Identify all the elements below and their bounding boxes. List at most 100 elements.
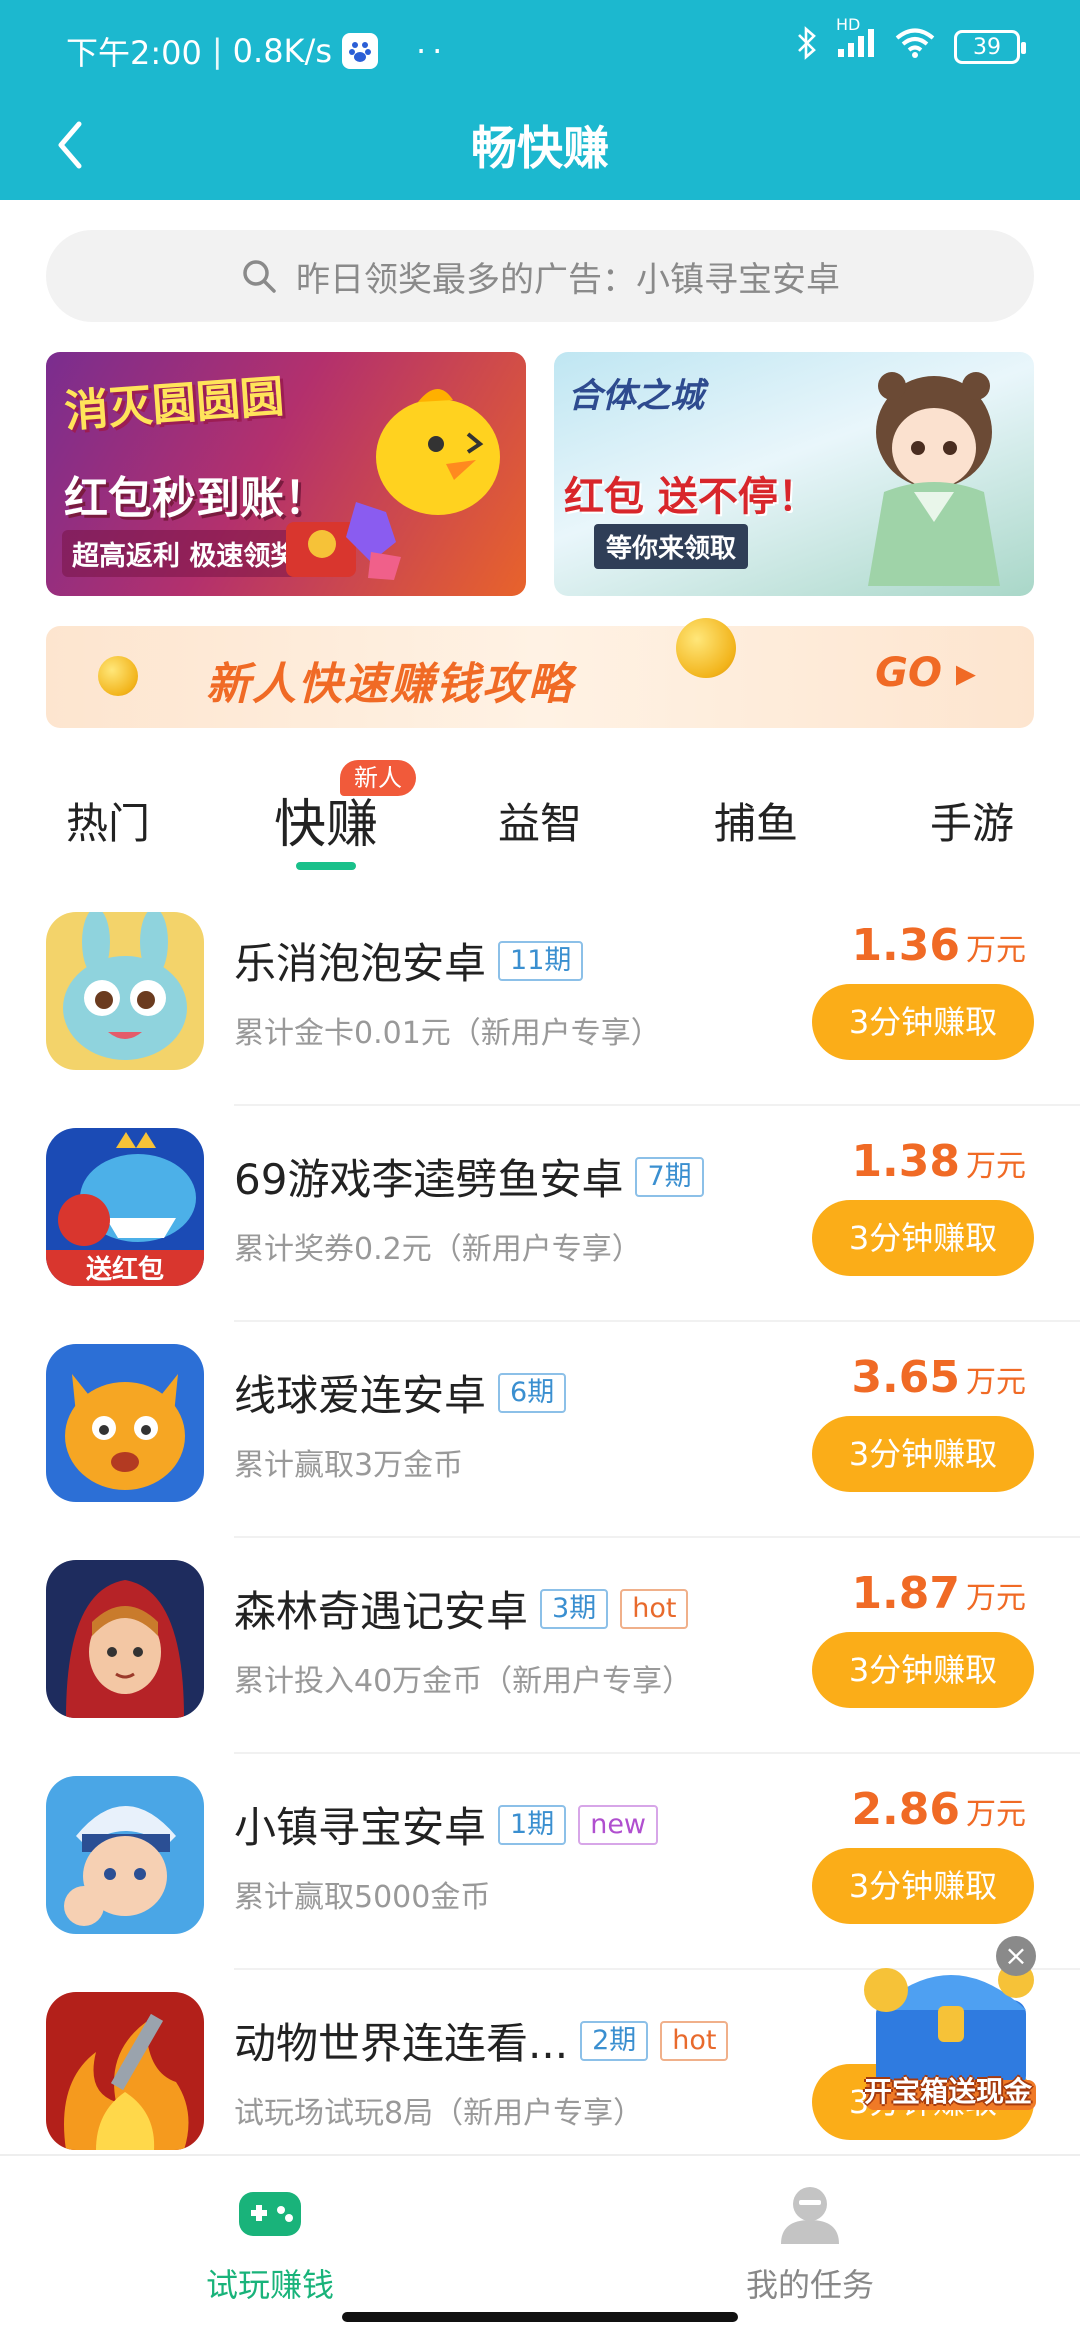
- bluetooth-icon: [796, 26, 818, 68]
- active-tab-indicator: [296, 862, 356, 870]
- game-name: 森林奇遇记安卓: [234, 1587, 529, 1636]
- red-hood-game-icon: [46, 1560, 204, 1718]
- status-speed: 0.8K/s: [232, 32, 332, 70]
- hot-tag: hot: [620, 1588, 689, 1629]
- gamepad-icon: [239, 2192, 301, 2236]
- baidu-app-icon: [341, 33, 378, 69]
- page-title: 畅快赚: [471, 121, 609, 175]
- status-more-dots: ··: [415, 32, 449, 70]
- banner-game-title: 合体之城: [568, 376, 704, 416]
- game-name: 69游戏李逵劈鱼安卓: [234, 1155, 624, 1204]
- banner-subtitle: 等你来领取: [594, 524, 749, 569]
- battery-icon: 39: [954, 30, 1026, 64]
- fire-game-icon: [46, 1992, 204, 2150]
- bunny-game-icon: [46, 912, 204, 1070]
- earn-button[interactable]: 3分钟赚取: [812, 1632, 1034, 1708]
- reward-value: 1.87: [851, 1568, 960, 1619]
- app-header: 下午2:00 | 0.8K/s ·· HD 39 畅快赚: [0, 0, 1080, 200]
- search-icon: [243, 260, 276, 293]
- network-type-label: HD: [836, 15, 861, 34]
- reward-unit: 万元: [966, 1797, 1026, 1832]
- close-icon[interactable]: ×: [996, 1936, 1036, 1976]
- game-reward-desc: 累计投入40万金币（新用户专享）: [234, 1664, 693, 1699]
- game-name: 线球爱连安卓: [234, 1371, 487, 1420]
- tab-hot[interactable]: 热门: [66, 790, 150, 851]
- treasure-chest-label: 开宝箱送现金: [863, 2075, 1032, 2108]
- tab-puzzle[interactable]: 益智: [498, 790, 582, 851]
- icon-label: 送红包: [86, 1254, 164, 1285]
- period-tag: 11期: [498, 940, 584, 981]
- status-bar: 下午2:00 | 0.8K/s ·· HD 39: [0, 15, 1080, 78]
- earn-button[interactable]: 3分钟赚取: [812, 1848, 1034, 1924]
- reward-unit: 万元: [966, 1149, 1026, 1184]
- signal-icon: HD: [836, 15, 876, 67]
- status-time: 下午2:00: [66, 34, 202, 72]
- earn-button[interactable]: 3分钟赚取: [812, 984, 1034, 1060]
- reward-value: 3.65: [851, 1352, 960, 1403]
- nav-my-tasks[interactable]: 我的任务: [660, 2184, 960, 2306]
- banner-game-right[interactable]: 合体之城 红包 送不停！ 等你来领取: [554, 352, 1034, 596]
- banner-subtitle: 超高返利 极速领奖: [62, 530, 308, 577]
- period-tag: 3期: [540, 1588, 609, 1629]
- tab-fishing[interactable]: 捕鱼: [714, 790, 798, 851]
- game-name-row: 小镇寻宝安卓 1期 new: [234, 1794, 659, 1855]
- list-item[interactable]: 线球爱连安卓 6期 累计赢取3万金币 3.65 万元 3分钟赚取: [0, 1322, 1080, 1538]
- game-reward-desc: 累计奖券0.2元（新用户专享）: [234, 1232, 642, 1267]
- period-tag: 7期: [635, 1156, 704, 1197]
- reward-unit: 万元: [966, 1581, 1026, 1616]
- reward-amount: 1.38 万元: [851, 1136, 1026, 1187]
- coin-decoration: [676, 618, 736, 678]
- tab-mobile-games[interactable]: 手游: [930, 790, 1014, 851]
- game-reward-desc: 试玩场试玩8局（新用户专享）: [234, 2096, 644, 2131]
- game-name-row: 森林奇遇记安卓 3期 hot: [234, 1578, 689, 1639]
- status-right: HD 39: [796, 15, 1026, 68]
- search-placeholder: 昨日领奖最多的广告：小镇寻宝安卓: [296, 259, 840, 300]
- reward-amount: 1.87 万元: [851, 1568, 1026, 1619]
- reward-amount: 2.86 万元: [851, 1784, 1026, 1835]
- banner-game-left[interactable]: 消灭圆圆圆 红包秒到账！ 超高返利 极速领奖: [46, 352, 526, 596]
- shark-game-icon: 送红包: [46, 1128, 204, 1286]
- nav-play-earn[interactable]: 试玩赚钱: [120, 2184, 420, 2306]
- chick-illustration: [376, 388, 500, 515]
- home-indicator[interactable]: [342, 2312, 738, 2322]
- game-reward-desc: 累计赢取5000金币: [234, 1880, 491, 1915]
- new-user-badge: 新人: [340, 760, 416, 796]
- game-name: 动物世界连连看...: [234, 2019, 569, 2068]
- earn-button[interactable]: 3分钟赚取: [812, 1200, 1034, 1276]
- category-tabs: 热门 快赚 新人 益智 捕鱼 手游: [0, 750, 1080, 880]
- nav-label: 试玩赚钱: [205, 2266, 334, 2304]
- reward-value: 2.86: [851, 1784, 960, 1835]
- nav-label: 我的任务: [745, 2266, 874, 2304]
- wifi-icon: [894, 27, 936, 67]
- user-icon: [781, 2187, 839, 2244]
- reward-unit: 万元: [966, 1365, 1026, 1400]
- cat-game-icon: [46, 1344, 204, 1502]
- banner-slogan: 红包 送不停！: [564, 474, 818, 520]
- status-left: 下午2:00 | 0.8K/s ··: [66, 28, 448, 74]
- game-name-row: 线球爱连安卓 6期: [234, 1362, 567, 1423]
- period-tag: 1期: [498, 1804, 567, 1845]
- guide-go-label: GO ▸: [875, 650, 976, 696]
- search-bar[interactable]: 昨日领奖最多的广告：小镇寻宝安卓: [46, 230, 1034, 322]
- title-bar: 畅快赚: [0, 100, 1080, 190]
- reward-value: 1.38: [851, 1136, 960, 1187]
- banner-game-title: 消灭圆圆圆: [62, 371, 286, 438]
- game-name-row: 动物世界连连看... 2期 hot: [234, 2010, 729, 2071]
- newbie-guide-banner[interactable]: 新人快速赚钱攻略 GO ▸: [46, 618, 1034, 728]
- reward-value: 1.36: [851, 920, 960, 971]
- list-item[interactable]: 送红包 69游戏李逵劈鱼安卓 7期 累计奖券0.2元（新用户专享） 1.38 万元…: [0, 1106, 1080, 1322]
- game-reward-desc: 累计金卡0.01元（新用户专享）: [234, 1016, 661, 1051]
- hot-tag: hot: [660, 2020, 729, 2061]
- period-tag: 2期: [580, 2020, 649, 2061]
- new-tag: new: [578, 1804, 659, 1845]
- character-illustration: [868, 372, 1000, 586]
- coin-decoration: [98, 656, 138, 696]
- list-item[interactable]: 森林奇遇记安卓 3期 hot 累计投入40万金币（新用户专享） 1.87 万元 3…: [0, 1538, 1080, 1754]
- period-tag: 6期: [498, 1372, 567, 1413]
- list-item[interactable]: 乐消泡泡安卓 11期 累计金卡0.01元（新用户专享） 1.36 万元 3分钟赚取: [0, 890, 1080, 1106]
- reward-unit: 万元: [966, 933, 1026, 968]
- game-name-row: 乐消泡泡安卓 11期: [234, 930, 584, 991]
- game-reward-desc: 累计赢取3万金币: [234, 1448, 464, 1483]
- earn-button[interactable]: 3分钟赚取: [812, 1416, 1034, 1492]
- game-name: 乐消泡泡安卓: [234, 939, 487, 988]
